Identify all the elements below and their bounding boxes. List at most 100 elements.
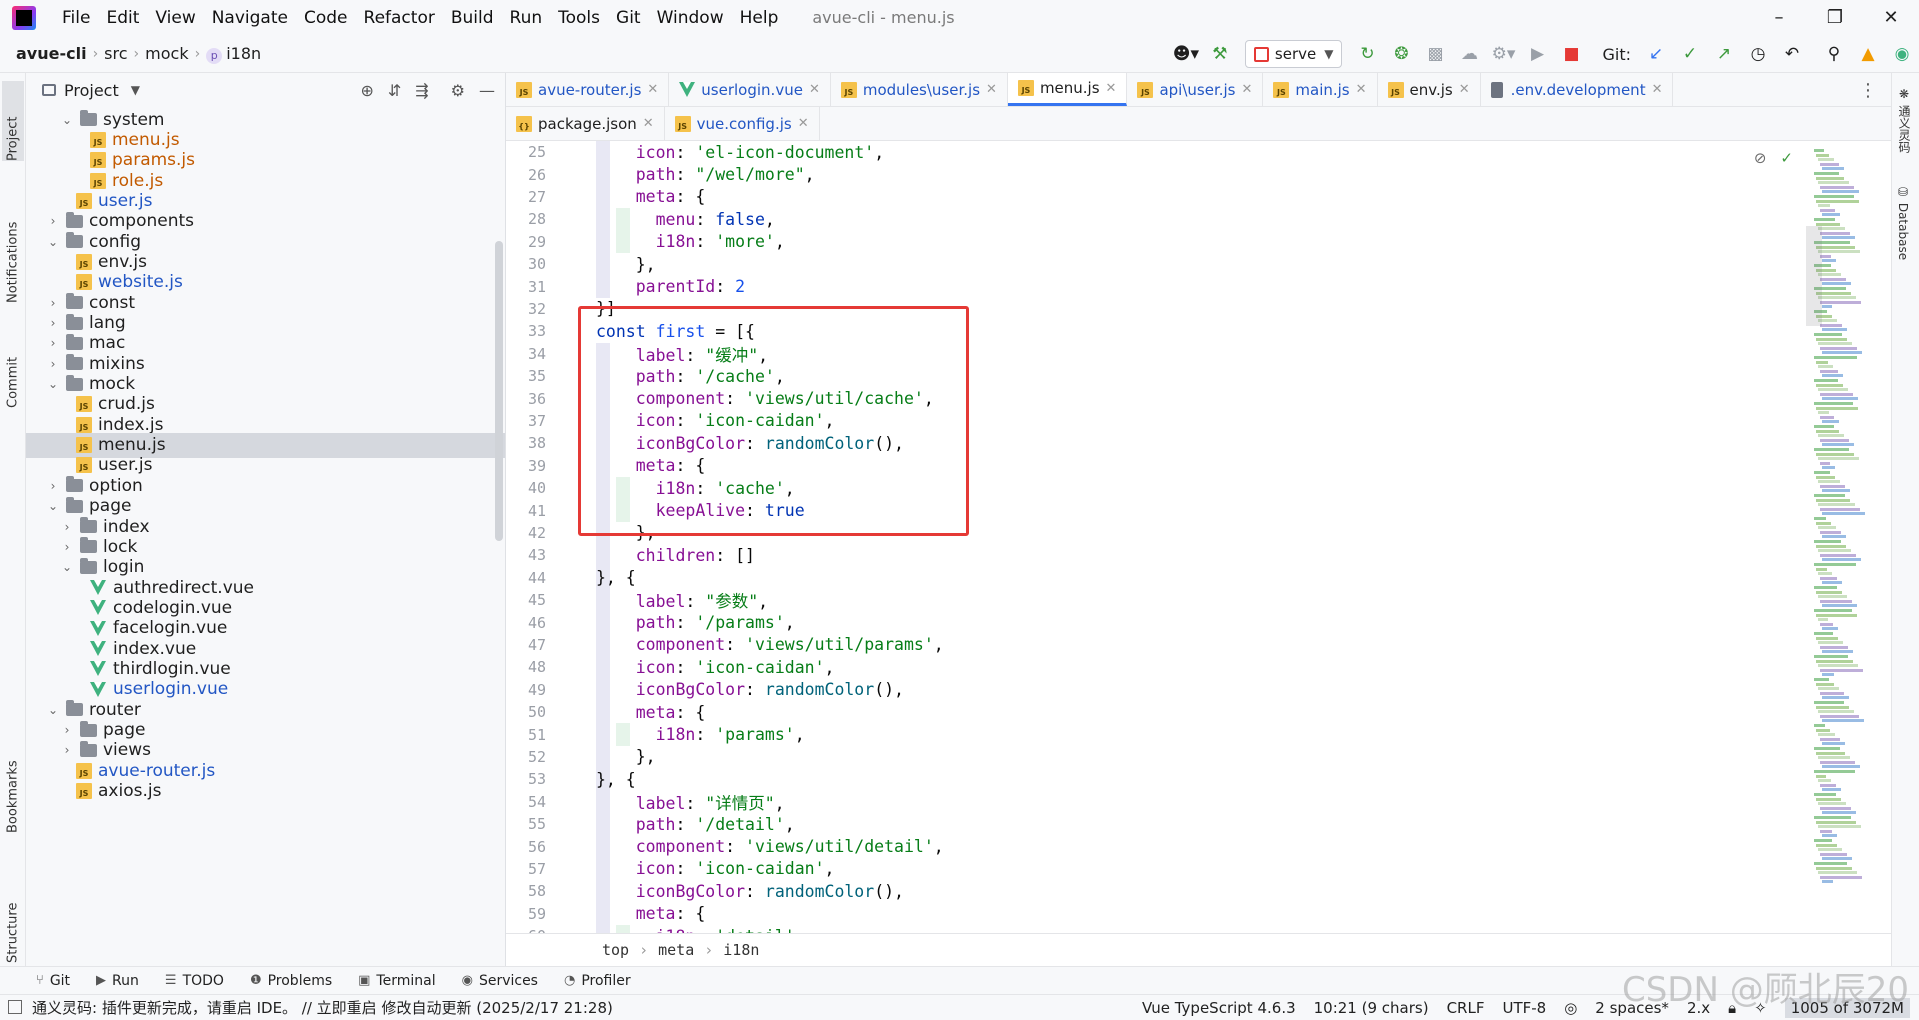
menu-window[interactable]: Window [649,8,732,28]
panel-toggle-icon[interactable] [8,1000,22,1014]
close-tab-icon[interactable]: ✕ [1356,82,1367,97]
menu-build[interactable]: Build [443,8,502,28]
chevron-down-icon[interactable]: ⌄ [46,377,60,391]
minimap-viewport[interactable] [1806,226,1822,326]
tree-scrollbar[interactable] [495,241,503,541]
gear-icon[interactable]: ⚙ [451,81,465,100]
close-tab-icon[interactable]: ✕ [1459,82,1470,97]
breadcrumb-item[interactable]: avue-cli [10,44,93,63]
tool-window-run[interactable]: ▶ Run [96,973,139,989]
menu-edit[interactable]: Edit [98,8,147,28]
close-window-icon[interactable]: ✕ [1863,0,1919,35]
close-tab-icon[interactable]: ✕ [809,82,820,97]
tool-tab-notifications[interactable]: Notifications [2,183,24,303]
editor-breadcrumb-item[interactable]: top [602,941,629,959]
history-icon[interactable]: ◷ [1743,39,1773,69]
tool-window-terminal[interactable]: ▣ Terminal [358,973,435,989]
editor-tab[interactable]: .env.development ✕ [1481,73,1674,106]
close-tab-icon[interactable]: ✕ [1106,81,1117,96]
editor-tab[interactable]: JS env.js ✕ [1378,73,1481,106]
chevron-down-icon[interactable]: ⌄ [60,113,74,127]
chevron-down-icon[interactable]: ⌄ [46,235,60,249]
breadcrumb-item[interactable]: mock [139,44,194,63]
collapse-all-icon[interactable]: ⇶ [415,81,428,100]
rerun-icon[interactable]: ↻ [1352,39,1382,69]
menu-run[interactable]: Run [502,8,551,28]
tool-tab-bookmarks[interactable]: Bookmarks [2,723,24,833]
status-widget[interactable]: Vue TypeScript 4.6.3 [1142,999,1296,1017]
plugin-icon[interactable]: ◉ [1887,39,1917,69]
tool-tab-tongyi[interactable]: ❋ 通义灵码 [1896,87,1913,153]
code-area[interactable]: 25 icon: 'el-icon-document', 26 path: "/w… [506,141,1891,933]
menu-refactor[interactable]: Refactor [356,8,443,28]
editor-tab[interactable]: JS menu.js ✕ [1007,73,1128,106]
menu-help[interactable]: Help [732,8,787,28]
tool-window-todo[interactable]: ☰ TODO [165,973,224,989]
tool-window-services[interactable]: ◉ Services [462,973,538,989]
locate-icon[interactable]: ⊕ [360,81,373,100]
status-message[interactable]: 通义灵码: 插件更新完成，请重启 IDE。 // 立即重启 修改自动更新 (20… [32,997,613,1018]
rollback-icon[interactable]: ↶ [1777,39,1807,69]
tool-tab-project[interactable]: Project [2,81,24,161]
update-icon[interactable]: ▲ [1853,39,1883,69]
memory-indicator[interactable]: 1005 of 3072M [1784,998,1910,1018]
chevron-down-icon[interactable]: ⌄ [60,560,74,574]
menu-navigate[interactable]: Navigate [204,8,296,28]
no-problems-check-icon[interactable]: ✓ [1780,149,1793,167]
chevron-right-icon[interactable]: › [46,296,60,310]
tree-file[interactable]: JS axios.js [26,779,505,804]
chevron-down-icon[interactable]: ⌄ [46,499,60,513]
tool-tab-structure[interactable]: Structure [2,863,24,963]
project-title[interactable]: Project [64,81,119,100]
close-tab-icon[interactable]: ✕ [798,116,809,131]
chevron-right-icon[interactable]: › [46,214,60,228]
close-tab-icon[interactable]: ✕ [647,82,658,97]
tool-tab-commit[interactable]: Commit [2,328,24,408]
chevron-down-icon[interactable]: ▼ [131,83,140,97]
hide-panel-icon[interactable]: — [479,81,495,100]
maximize-icon[interactable]: ❐ [1807,0,1863,35]
tool-window-profiler[interactable]: ◔ Profiler [564,973,631,989]
menu-file[interactable]: File [54,8,98,28]
status-widget[interactable]: 2.x [1687,999,1710,1017]
menu-view[interactable]: View [147,8,203,28]
status-widget[interactable]: 10:21 (9 chars) [1314,999,1429,1017]
git-push-icon[interactable]: ↗ [1709,39,1739,69]
build-hammer-icon[interactable]: ⚒ [1205,39,1235,69]
editor-tab[interactable]: {} package.json ✕ [506,107,665,140]
close-tab-icon[interactable]: ✕ [643,116,654,131]
editor-tab[interactable]: JS vue.config.js ✕ [665,107,820,140]
editor-breadcrumb-item[interactable]: i18n [723,941,759,959]
editor-tab[interactable]: userlogin.vue ✕ [669,73,831,106]
git-update-icon[interactable]: ↙ [1641,39,1671,69]
reader-mode-icon[interactable]: ⊘ [1754,149,1767,167]
status-widget[interactable]: 2 spaces* [1595,999,1669,1017]
git-commit-icon[interactable]: ✓ [1675,39,1705,69]
chevron-right-icon[interactable]: › [46,479,60,493]
editor-breadcrumb-item[interactable]: meta [658,941,694,959]
tongyi-status-icon[interactable]: ✧ [1754,999,1767,1017]
menu-code[interactable]: Code [296,8,356,28]
run-configuration-select[interactable]: serve ▼ [1244,40,1343,68]
close-tab-icon[interactable]: ✕ [1652,82,1663,97]
git-lock-icon[interactable]: 🔒︎ [1728,999,1736,1017]
search-icon[interactable]: ⚲ [1819,39,1849,69]
menu-git[interactable]: Git [608,8,649,28]
user-icon[interactable]: ☻▾ [1171,39,1201,69]
tool-window-problems[interactable]: ❶ Problems [250,973,332,989]
status-widget[interactable]: CRLF [1447,999,1485,1017]
chevron-right-icon[interactable]: › [60,743,74,757]
tool-tab-database[interactable]: ⛁ Database [1896,185,1910,260]
minimize-icon[interactable]: – [1751,0,1807,35]
menu-tools[interactable]: Tools [550,8,608,28]
chevron-right-icon[interactable]: › [46,357,60,371]
editor-tab[interactable]: JS avue-router.js ✕ [506,73,670,106]
lock-icon[interactable]: ◎ [1564,999,1577,1017]
close-tab-icon[interactable]: ✕ [1241,82,1252,97]
expand-all-icon[interactable]: ⇵ [388,81,401,100]
more-tabs-icon[interactable]: ⋮ [1859,73,1877,107]
breadcrumb-item[interactable]: p i18n [200,44,267,64]
editor-tab[interactable]: JS main.js ✕ [1263,73,1378,106]
chevron-right-icon[interactable]: › [46,336,60,350]
chevron-right-icon[interactable]: › [60,520,74,534]
